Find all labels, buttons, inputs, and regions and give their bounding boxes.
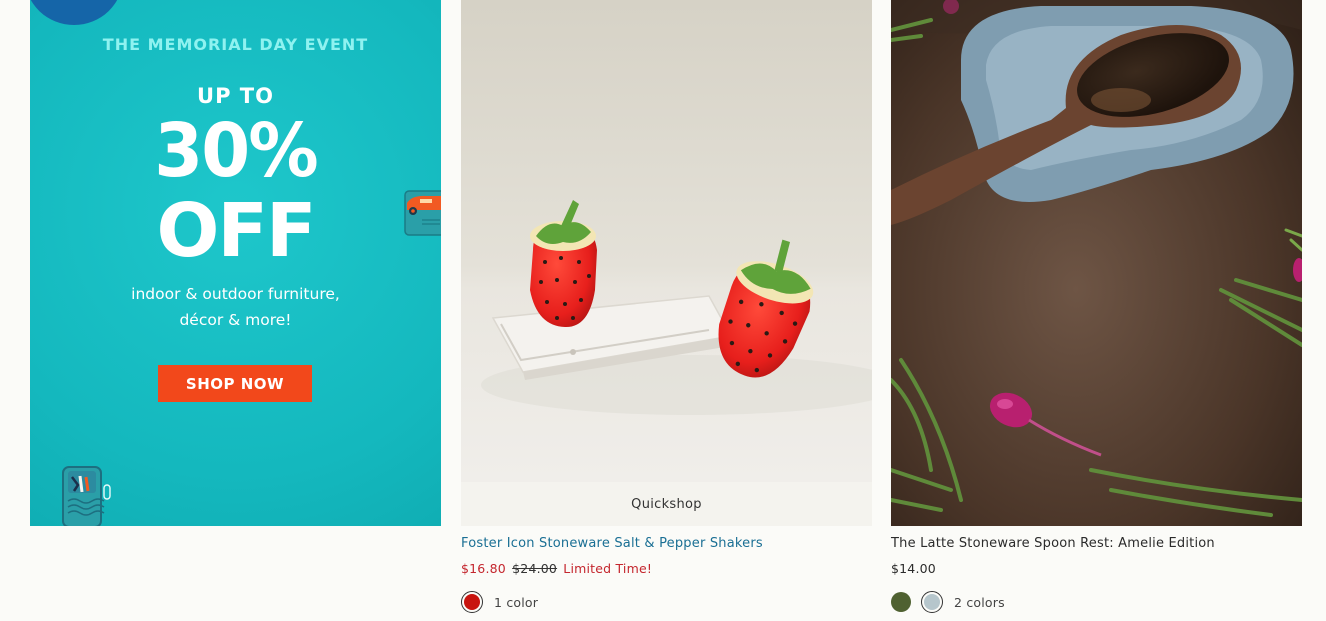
price: $14.00 [891, 561, 936, 576]
product-image-spoon-rest[interactable] [891, 0, 1302, 526]
promo-subtext: indoor & outdoor furniture, décor & more… [30, 281, 441, 333]
phone-illustration-icon [62, 466, 111, 526]
promo-up-to: UP TO [197, 84, 274, 108]
product-title[interactable]: Foster Icon Stoneware Salt & Pepper Shak… [461, 536, 763, 551]
product-image-salt-pepper[interactable]: Quickshop [461, 0, 872, 526]
color-count: 1 color [494, 594, 539, 610]
promo-discount: 30% [154, 108, 318, 194]
decorative-circle [30, 0, 123, 25]
van-illustration-icon [404, 190, 441, 236]
strawberry-shakers-photo [461, 0, 872, 482]
product-title[interactable]: The Latte Stoneware Spoon Rest: Amelie E… [891, 536, 1215, 551]
swatch-red[interactable] [461, 591, 483, 613]
quickshop-button[interactable]: Quickshop [461, 482, 872, 526]
color-swatches: 1 color [461, 591, 538, 613]
promo-subtext-line1: indoor & outdoor furniture, [131, 285, 340, 303]
original-price: $24.00 [512, 561, 558, 576]
product-price-row: $14.00 [891, 561, 936, 576]
spoon-rest-photo [891, 0, 1302, 526]
product-card-spoon-rest[interactable]: The Latte Stoneware Spoon Rest: Amelie E… [891, 0, 1302, 613]
memorial-day-promo-banner[interactable]: THE MEMORIAL DAY EVENT UP TO 30% OFF ind… [30, 0, 441, 526]
color-count: 2 colors [954, 594, 1005, 610]
swatch-blue[interactable] [921, 591, 943, 613]
shop-now-button[interactable]: SHOP NOW [158, 365, 312, 402]
promo-subtext-line2: décor & more! [179, 311, 292, 329]
promo-eyebrow: THE MEMORIAL DAY EVENT [102, 35, 369, 54]
product-card-salt-pepper[interactable]: Quickshop Foster Icon Stoneware Salt & P… [461, 0, 872, 613]
promo-off: OFF [156, 188, 316, 274]
product-price-row: $16.80 $24.00 Limited Time! [461, 561, 652, 576]
color-swatches: 2 colors [891, 591, 1005, 613]
sale-price: $16.80 [461, 561, 506, 576]
limited-time-badge: Limited Time! [563, 561, 653, 576]
swatch-green[interactable] [891, 592, 911, 612]
